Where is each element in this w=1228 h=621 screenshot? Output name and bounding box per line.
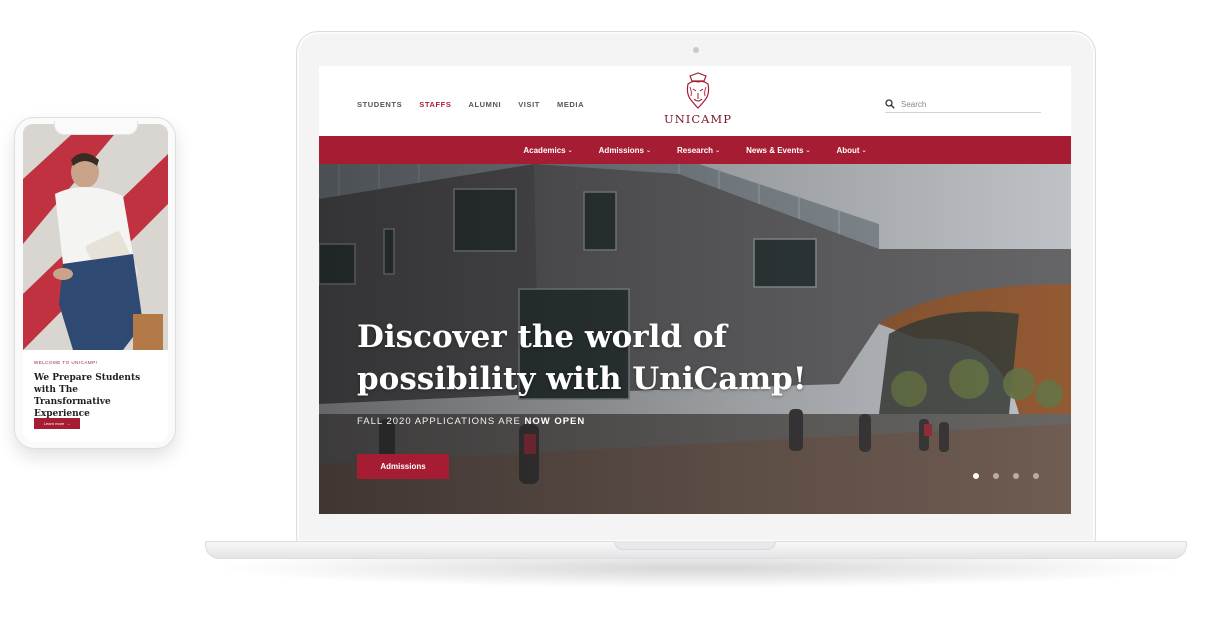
nav-item-label: Admissions xyxy=(598,145,644,155)
mobile-title: We Prepare Students with The Transformat… xyxy=(34,373,141,419)
mobile-hero-image xyxy=(23,124,168,350)
nav-item-label: Academics xyxy=(523,145,566,155)
student-photo xyxy=(23,124,168,350)
admissions-button[interactable]: Admissions xyxy=(357,454,449,479)
chevron-down-icon: ⌄ xyxy=(861,147,867,154)
main-nav: Academics ⌄ Admissions ⌄ Research ⌄ News… xyxy=(319,136,1071,164)
top-link-visit[interactable]: VISIT xyxy=(518,100,540,109)
carousel-dot-3[interactable] xyxy=(1013,473,1019,479)
top-link-media[interactable]: MEDIA xyxy=(557,100,584,109)
lion-crest-icon xyxy=(686,72,710,109)
hero-title: Discover the world of possibility with U… xyxy=(357,316,827,400)
top-link-staffs[interactable]: STAFFS xyxy=(419,100,451,109)
site-logo[interactable]: UNICAMP xyxy=(663,72,733,126)
top-link-students[interactable]: STUDENTS xyxy=(357,100,402,109)
nav-item-news-events[interactable]: News & Events ⌄ xyxy=(746,146,810,155)
hero-subtitle: FALL 2020 APPLICATIONS ARE NOW OPEN xyxy=(357,416,585,427)
hero-title-line1: Discover the world of xyxy=(357,319,727,355)
mobile-intro-card: WELCOME TO UNICAMP! We Prepare Students … xyxy=(29,350,155,442)
mobile-screen: WELCOME TO UNICAMP! We Prepare Students … xyxy=(23,124,168,442)
phone-notch xyxy=(54,121,138,135)
desktop-screen: STUDENTS STAFFS ALUMNI VISIT MEDIA UNICA… xyxy=(319,66,1071,514)
chevron-down-icon: ⌄ xyxy=(715,147,721,154)
nav-item-label: About xyxy=(836,145,860,155)
top-nav: STUDENTS STAFFS ALUMNI VISIT MEDIA xyxy=(357,100,584,109)
laptop-notch xyxy=(614,541,776,550)
carousel-dot-1[interactable] xyxy=(973,473,979,479)
search-icon[interactable] xyxy=(885,99,895,109)
nav-item-label: Research xyxy=(677,145,714,155)
hero-subtitle-emphasis: NOW OPEN xyxy=(524,416,586,427)
logo-text: UNICAMP xyxy=(664,112,732,126)
chevron-down-icon: ⌄ xyxy=(805,147,811,154)
hero-subtitle-prefix: FALL 2020 APPLICATIONS ARE xyxy=(357,416,525,427)
nav-item-academics[interactable]: Academics ⌄ xyxy=(523,146,572,155)
chevron-down-icon: ⌄ xyxy=(646,147,652,154)
laptop-camera xyxy=(693,47,699,53)
chevron-down-icon: ⌄ xyxy=(567,147,573,154)
carousel-dot-2[interactable] xyxy=(993,473,999,479)
carousel-dot-4[interactable] xyxy=(1033,473,1039,479)
learn-more-label: Learn more xyxy=(43,421,65,426)
nav-item-label: News & Events xyxy=(746,145,804,155)
carousel-dots xyxy=(973,473,1039,479)
search-bar[interactable] xyxy=(885,96,1041,113)
nav-item-about[interactable]: About ⌄ xyxy=(836,146,866,155)
search-input[interactable] xyxy=(901,99,1031,109)
mobile-eyebrow: WELCOME TO UNICAMP! xyxy=(34,360,98,365)
nav-item-research[interactable]: Research ⌄ xyxy=(677,146,720,155)
hero-banner: Discover the world of possibility with U… xyxy=(319,164,1071,514)
top-link-alumni[interactable]: ALUMNI xyxy=(468,100,501,109)
nav-item-admissions[interactable]: Admissions ⌄ xyxy=(599,146,651,155)
hero-title-line2: possibility with UniCamp! xyxy=(357,361,807,397)
learn-more-button[interactable]: Learn more → xyxy=(34,418,80,429)
arrow-right-icon: → xyxy=(66,421,71,426)
